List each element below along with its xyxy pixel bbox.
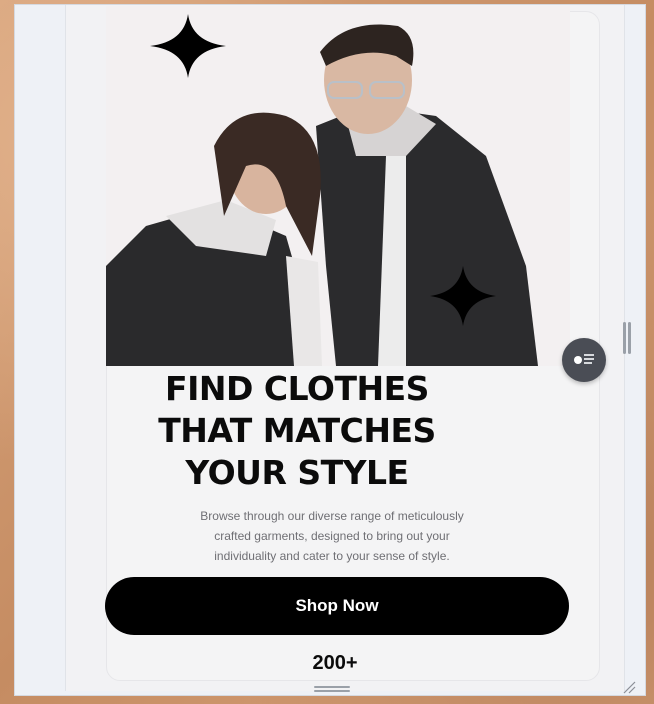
- headline-line-2: THAT MATCHES: [158, 411, 436, 450]
- hero-description: Browse through our diverse range of meti…: [110, 506, 554, 566]
- resize-grip-icon[interactable]: [620, 678, 636, 694]
- hero-headline: FIND CLOTHES THAT MATCHES YOUR STYLE: [60, 368, 534, 494]
- description-line-2: crafted garments, designed to bring out …: [214, 529, 450, 543]
- description-line-3: individuality and cater to your sense of…: [214, 549, 450, 563]
- sparkle-icon: [150, 14, 226, 90]
- settings-fab-button[interactable]: [562, 338, 606, 382]
- horizontal-drag-handle[interactable]: [314, 686, 350, 692]
- stat-value: 200+: [312, 652, 358, 674]
- settings-fab-icon: [573, 350, 595, 371]
- sparkle-icon: [430, 266, 496, 326]
- shop-now-button[interactable]: Shop Now: [105, 577, 569, 635]
- vertical-drag-handle[interactable]: [622, 322, 632, 354]
- description-line-1: Browse through our diverse range of meti…: [200, 509, 464, 523]
- headline-line-3: YOUR STYLE: [185, 453, 409, 492]
- headline-line-1: FIND CLOTHES: [165, 369, 429, 408]
